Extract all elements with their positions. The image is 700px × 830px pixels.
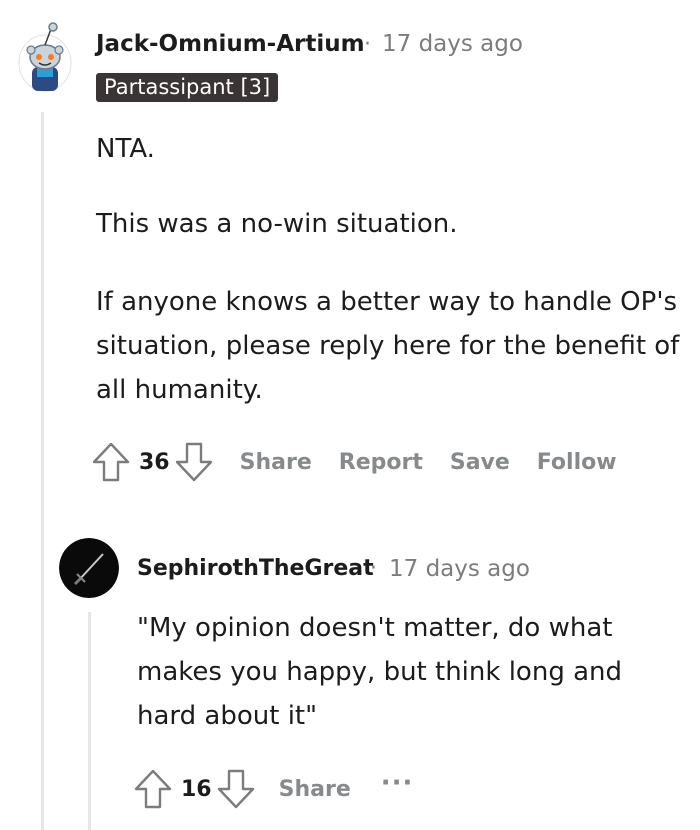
- reply-author[interactable]: SephirothTheGreat: [137, 556, 374, 581]
- vote-score: 36: [139, 449, 170, 475]
- save-button[interactable]: Save: [450, 450, 510, 475]
- more-options-icon[interactable]: ···: [381, 768, 414, 798]
- reply-body: "My opinion doesn't matter, do what make…: [137, 613, 622, 731]
- comment-paragraph: This was a no-win situation.: [96, 209, 458, 239]
- comment-paragraph: NTA.: [96, 134, 155, 164]
- report-button[interactable]: Report: [339, 450, 423, 475]
- comment-author[interactable]: Jack-Omnium-Artium: [96, 31, 365, 57]
- sword-avatar-icon: [59, 538, 119, 598]
- follow-button[interactable]: Follow: [537, 450, 617, 475]
- snoo-avatar-icon: [18, 22, 72, 92]
- meta-separator: ·: [370, 556, 377, 581]
- comment-action-bar: 36 Share Report Save Follow: [91, 440, 617, 484]
- thread-line-top[interactable]: [41, 112, 44, 830]
- reply-action-bar: 16 Share ···: [133, 767, 413, 811]
- avatar-reply[interactable]: [59, 538, 119, 598]
- meta-separator: ·: [364, 32, 371, 57]
- downvote-arrow-icon[interactable]: [216, 767, 256, 811]
- reply-timestamp[interactable]: 17 days ago: [389, 556, 530, 582]
- thread-line-reply[interactable]: [88, 612, 91, 830]
- vote-score: 16: [181, 776, 212, 802]
- user-flair: Partassipant [3]: [96, 73, 279, 102]
- downvote-arrow-icon[interactable]: [174, 440, 214, 484]
- share-button[interactable]: Share: [240, 450, 312, 475]
- upvote-arrow-icon[interactable]: [91, 440, 131, 484]
- upvote-arrow-icon[interactable]: [133, 767, 173, 811]
- avatar-top[interactable]: [15, 15, 75, 95]
- comment-paragraph: If anyone knows a better way to handle O…: [96, 287, 680, 405]
- share-button[interactable]: Share: [279, 777, 351, 802]
- comment-timestamp[interactable]: 17 days ago: [382, 31, 523, 57]
